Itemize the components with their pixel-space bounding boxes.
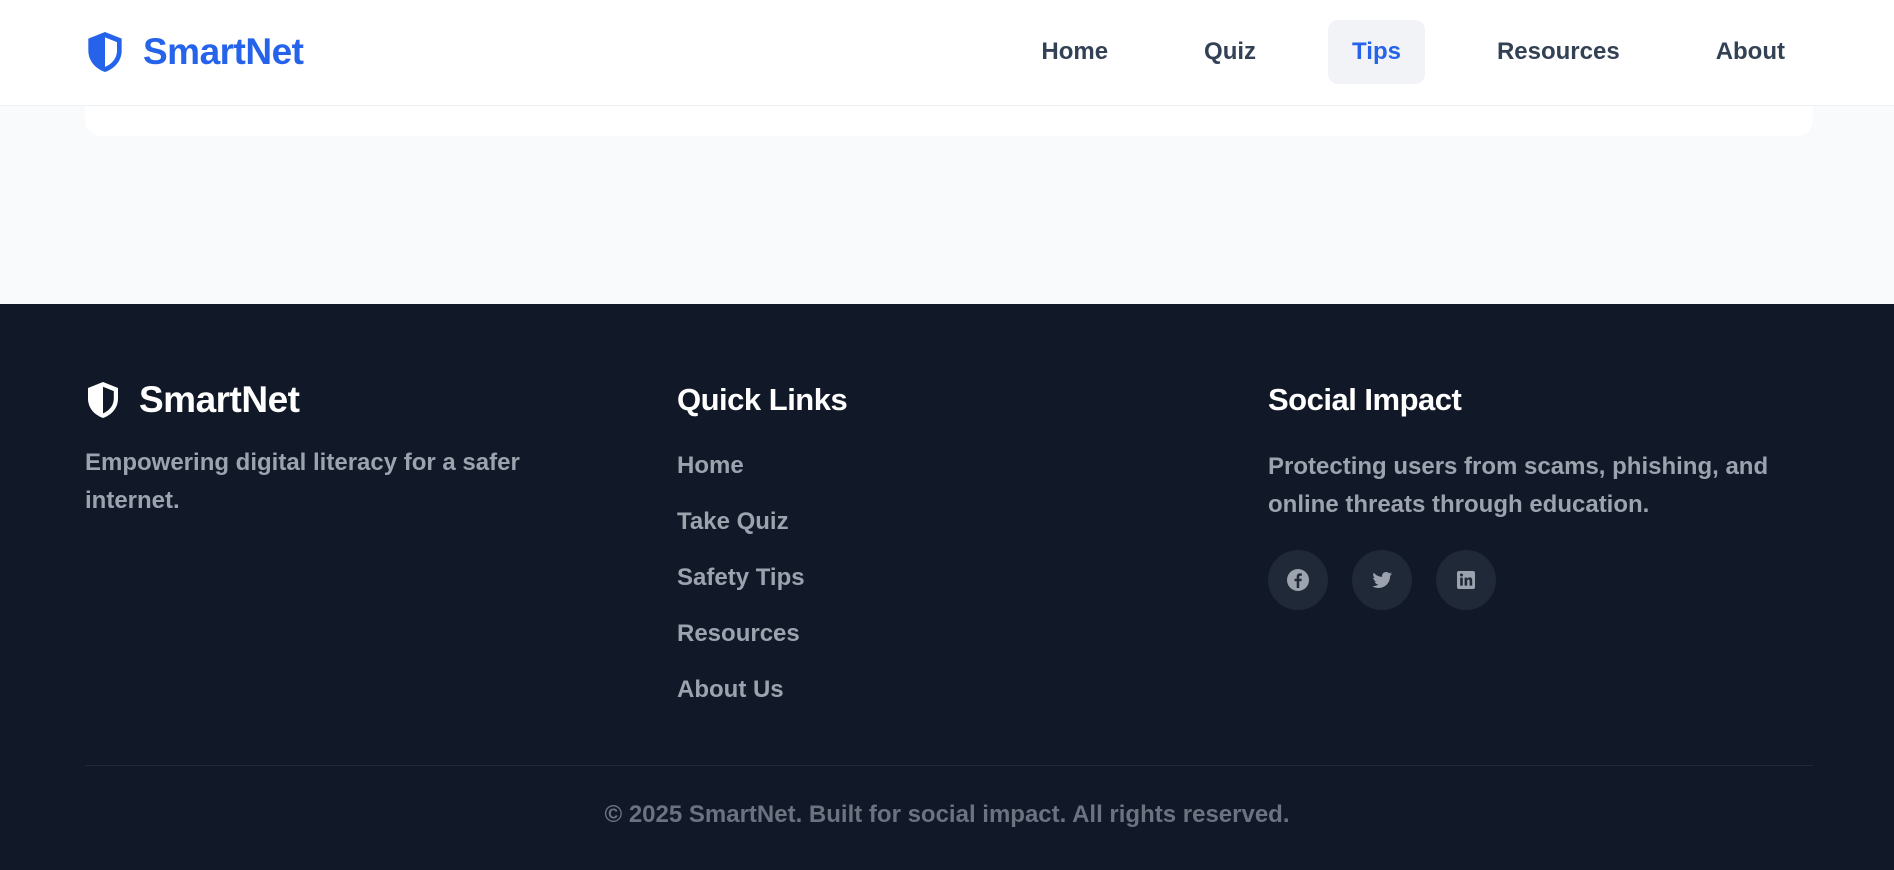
site-footer: SmartNet Empowering digital literacy for… bbox=[0, 304, 1894, 870]
quick-links-heading: Quick Links bbox=[677, 382, 848, 417]
footer-quick-links-column: Quick Links Home Take Quiz Safety Tips R… bbox=[677, 376, 1197, 718]
social-impact-text: Protecting users from scams, phishing, a… bbox=[1268, 453, 1769, 518]
social-links bbox=[1268, 550, 1813, 610]
copyright-text: © 2025 SmartNet. Built for social impact… bbox=[604, 801, 1290, 828]
footer-link-home[interactable]: Home bbox=[677, 438, 1197, 494]
footer-link-about-us[interactable]: About Us bbox=[677, 662, 1197, 718]
nav-home[interactable]: Home bbox=[1017, 20, 1132, 84]
footer-link-safety-tips[interactable]: Safety Tips bbox=[677, 550, 1197, 606]
footer-brand: SmartNet bbox=[85, 376, 605, 424]
nav-resources[interactable]: Resources bbox=[1473, 20, 1644, 84]
main-content bbox=[0, 86, 1894, 304]
footer-social-impact-column: Social Impact Protecting users from scam… bbox=[1268, 376, 1813, 610]
linkedin-button[interactable] bbox=[1436, 550, 1496, 610]
site-header: SmartNet Home Quiz Tips Resources About bbox=[0, 0, 1894, 106]
quick-links-list: Home Take Quiz Safety Tips Resources Abo… bbox=[677, 438, 1197, 718]
shield-icon bbox=[88, 32, 122, 72]
nav-tips[interactable]: Tips bbox=[1328, 20, 1425, 84]
footer-link-take-quiz[interactable]: Take Quiz bbox=[677, 494, 1197, 550]
twitter-button[interactable] bbox=[1352, 550, 1412, 610]
brand-logo-link[interactable]: SmartNet bbox=[85, 28, 304, 76]
twitter-icon bbox=[1372, 572, 1392, 588]
footer-divider bbox=[85, 765, 1813, 766]
nav-quiz[interactable]: Quiz bbox=[1180, 20, 1280, 84]
brand-name: SmartNet bbox=[143, 31, 304, 72]
social-impact-heading: Social Impact bbox=[1268, 382, 1462, 417]
nav-about[interactable]: About bbox=[1692, 20, 1809, 84]
linkedin-icon bbox=[1457, 571, 1475, 589]
facebook-icon bbox=[1287, 569, 1309, 591]
footer-tagline: Empowering digital literacy for a safer … bbox=[85, 449, 520, 514]
footer-link-resources[interactable]: Resources bbox=[677, 606, 1197, 662]
facebook-button[interactable] bbox=[1268, 550, 1328, 610]
footer-brand-name: SmartNet bbox=[139, 379, 300, 420]
footer-brand-column: SmartNet Empowering digital literacy for… bbox=[85, 376, 605, 520]
shield-icon bbox=[88, 382, 118, 418]
main-nav: Home Quiz Tips Resources About bbox=[969, 20, 1809, 84]
